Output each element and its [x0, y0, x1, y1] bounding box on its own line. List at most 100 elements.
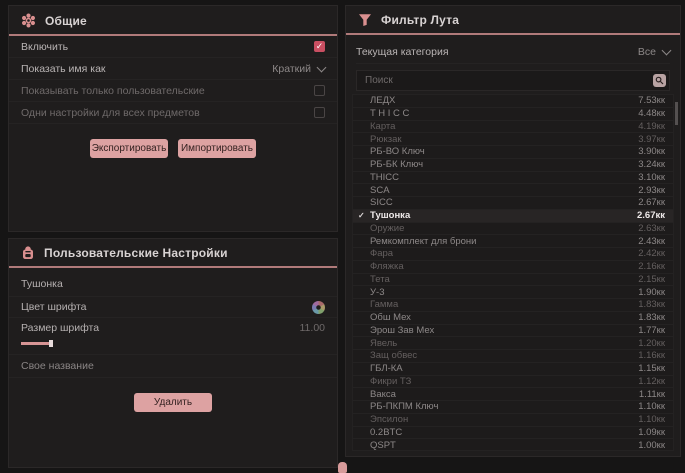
loot-row[interactable]: ✓ Фара 2.42кк: [353, 248, 673, 261]
loot-row[interactable]: ✓ Рюкзак 3.97кк: [353, 133, 673, 146]
gear-icon: [21, 13, 36, 28]
loot-name: РБ-БК Ключ: [370, 159, 634, 170]
loot-row[interactable]: ✓ Тета 2.15кк: [353, 274, 673, 287]
loot-name: SICC: [370, 197, 634, 208]
drag-handle[interactable]: [338, 462, 347, 473]
loot-name: Ремкомплект для брони: [370, 236, 634, 247]
loot-row[interactable]: ✓ РБ-ВО Ключ 3.90кк: [353, 146, 673, 159]
loot-row[interactable]: ✓ Эпсилон 1.10кк: [353, 414, 673, 427]
enable-checkbox[interactable]: ✓: [314, 41, 325, 52]
loot-name: Фикри ТЗ: [370, 376, 634, 387]
loot-name: Фара: [370, 248, 634, 259]
funnel-icon: [358, 13, 372, 27]
loot-value: 3.97кк: [638, 134, 665, 145]
loot-row[interactable]: ✓ Вакса 1.11кк: [353, 388, 673, 401]
loot-row[interactable]: ✓ РБ-БК Ключ 3.24кк: [353, 159, 673, 172]
loot-name: T H I C C: [370, 108, 634, 119]
font-color-label: Цвет шрифта: [21, 301, 87, 313]
custom-panel-header: Пользовательские Настройки: [9, 239, 337, 266]
loot-row[interactable]: ✓ У-3 1.90кк: [353, 286, 673, 299]
loot-name: Защ обвес: [370, 350, 634, 361]
loot-value: 2.67кк: [638, 197, 665, 208]
loot-row[interactable]: ✓ SICC 2.67кк: [353, 197, 673, 210]
same-settings-checkbox[interactable]: [314, 107, 325, 118]
category-value: Все: [638, 46, 656, 58]
loot-row[interactable]: ✓ Защ обвес 1.16кк: [353, 350, 673, 363]
loot-row[interactable]: ✓ Гамма 1.83кк: [353, 299, 673, 312]
general-panel-header: Общие: [9, 6, 337, 34]
loot-value: 2.93кк: [638, 185, 665, 196]
loot-list-scrollbar[interactable]: [675, 95, 678, 452]
loot-value: 3.24кк: [638, 159, 665, 170]
loot-row[interactable]: ✓ Явель 1.20кк: [353, 337, 673, 350]
loot-value: 2.15кк: [638, 274, 665, 285]
loot-name: РБ-ПКПМ Ключ: [370, 401, 634, 412]
font-size-slider[interactable]: [21, 339, 325, 348]
loot-name: ГБЛ-КА: [370, 363, 634, 374]
loot-value: 1.83кк: [638, 312, 665, 323]
loot-row[interactable]: ✓ Тушонка 2.67кк: [353, 210, 673, 223]
name-display-value: Краткий: [272, 63, 311, 75]
loot-name: ЛЕДХ: [370, 95, 634, 106]
loot-value: 2.63кк: [638, 223, 665, 234]
backpack-icon: [21, 246, 35, 260]
loot-row[interactable]: ✓ Эрош Зав Мех 1.77кк: [353, 325, 673, 338]
custom-panel-title: Пользовательские Настройки: [44, 246, 228, 260]
font-size-value: 11.00: [300, 322, 326, 334]
loot-row[interactable]: ✓ Оружие 2.63кк: [353, 223, 673, 236]
loot-value: 1.11кк: [639, 389, 665, 400]
font-size-label: Размер шрифта: [21, 322, 99, 334]
setting-row-enable: Включить ✓: [9, 36, 337, 58]
loot-name: Тета: [370, 274, 634, 285]
loot-row[interactable]: ✓ РБ-ПКПМ Ключ 1.10кк: [353, 401, 673, 414]
setting-row-only-custom: Показывать только пользовательские: [9, 80, 337, 102]
search-icon[interactable]: [653, 74, 666, 87]
import-button[interactable]: Импортировать: [178, 139, 256, 158]
loot-name: QSPT: [370, 440, 634, 451]
category-label: Текущая категория: [356, 46, 449, 58]
loot-row[interactable]: ✓ Карта 4.19кк: [353, 121, 673, 134]
loot-value: 1.77кк: [638, 325, 665, 336]
export-import-row: Экспортировать Импортировать: [9, 139, 337, 158]
loot-filter-panel: Фильтр Лута Текущая категория Все Поиск …: [345, 5, 681, 457]
delete-button[interactable]: Удалить: [134, 393, 212, 412]
search-input[interactable]: Поиск: [356, 70, 670, 91]
loot-row[interactable]: ✓ Ремкомплект для брони 2.43кк: [353, 235, 673, 248]
loot-row[interactable]: ✓ SCA 2.93кк: [353, 184, 673, 197]
loot-row[interactable]: ✓ 0.2BTC 1.09кк: [353, 427, 673, 440]
loot-value: 1.00кк: [638, 440, 665, 451]
loot-row[interactable]: ✓ ГБЛ-КА 1.15кк: [353, 363, 673, 376]
loot-value: 3.90кк: [638, 146, 665, 157]
loot-value: 2.67кк: [637, 210, 665, 221]
loot-name: SCA: [370, 185, 634, 196]
search-placeholder: Поиск: [365, 75, 393, 86]
loot-name: РБ-ВО Ключ: [370, 146, 634, 157]
name-display-select[interactable]: Краткий: [272, 63, 325, 75]
setting-row-same-settings: Одни настройки для всех предметов: [9, 102, 337, 124]
loot-value: 4.19кк: [638, 121, 665, 132]
font-size-slider-thumb[interactable]: [49, 340, 53, 347]
loot-row[interactable]: ✓ QSPT 1.00кк: [353, 439, 673, 451]
loot-row[interactable]: ✓ Фляжка 2.16кк: [353, 261, 673, 274]
checkmark-icon: ✓: [316, 42, 324, 51]
only-custom-checkbox[interactable]: [314, 85, 325, 96]
category-select[interactable]: Все: [638, 46, 670, 58]
custom-name-input[interactable]: Свое название: [9, 354, 337, 378]
loot-value: 1.10кк: [638, 401, 665, 412]
export-button[interactable]: Экспортировать: [90, 139, 168, 158]
enable-label: Включить: [21, 41, 68, 53]
loot-value: 7.53кк: [638, 95, 665, 106]
scrollbar-thumb[interactable]: [675, 102, 678, 125]
font-size-slider-fill: [21, 342, 51, 345]
loot-value: 1.83кк: [638, 299, 665, 310]
loot-row[interactable]: ✓ ТНІСС 3.10кк: [353, 172, 673, 185]
loot-value: 1.90кк: [638, 287, 665, 298]
loot-row[interactable]: ✓ ЛЕДХ 7.53кк: [353, 95, 673, 108]
loot-check-icon: ✓: [358, 212, 366, 220]
loot-row[interactable]: ✓ Фикри ТЗ 1.12кк: [353, 376, 673, 389]
loot-row[interactable]: ✓ Обш Мех 1.83кк: [353, 312, 673, 325]
color-wheel-icon[interactable]: [312, 301, 325, 314]
chevron-down-icon: [317, 62, 327, 72]
loot-row[interactable]: ✓ T H I C C 4.48кк: [353, 108, 673, 121]
general-panel: Общие Включить ✓ Показать имя как Кратки…: [8, 5, 338, 232]
